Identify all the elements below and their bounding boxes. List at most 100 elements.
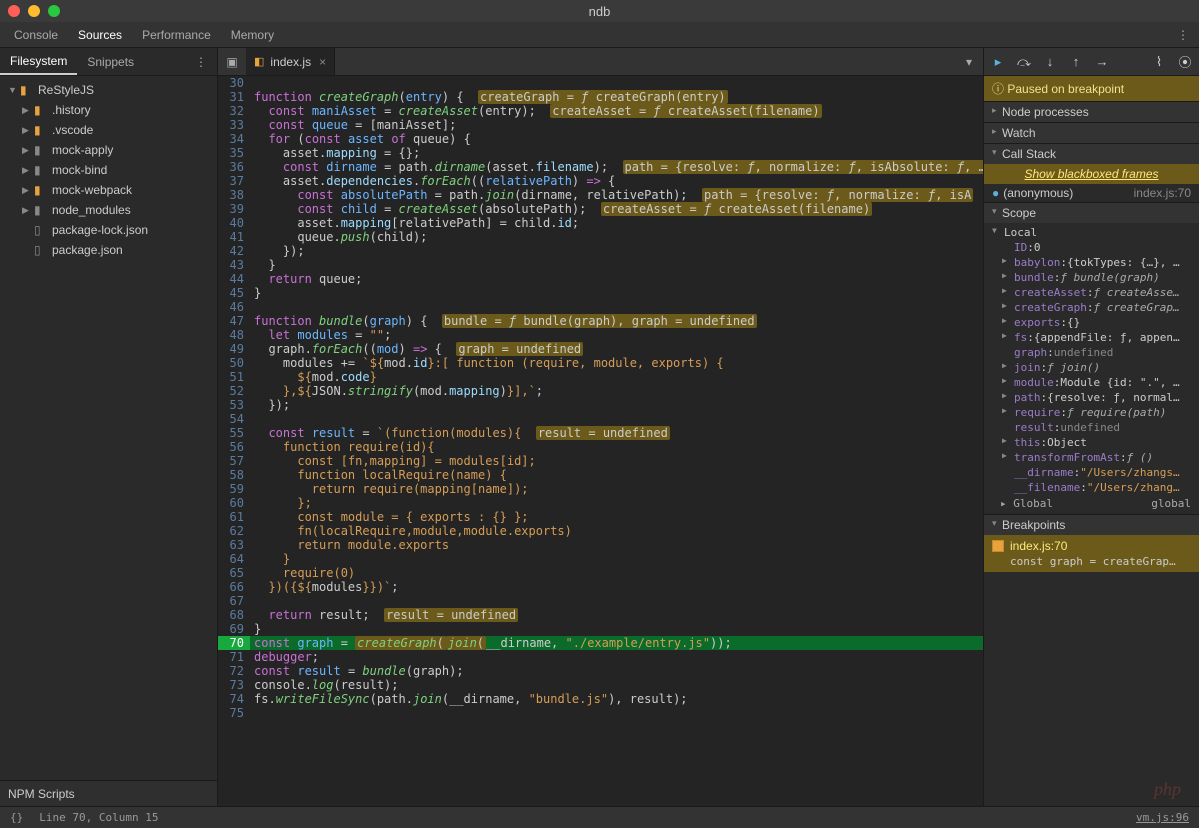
- code-line[interactable]: 49 graph.forEach((mod) => { graph = unde…: [218, 342, 983, 356]
- tree-item-mock-webpack[interactable]: ▶▮mock-webpack: [0, 180, 217, 200]
- gutter[interactable]: 41: [218, 230, 250, 244]
- gutter[interactable]: 38: [218, 188, 250, 202]
- code-line[interactable]: 52 },${JSON.stringify(mod.mapping)}],`;: [218, 384, 983, 398]
- code-line[interactable]: 47function bundle(graph) { bundle = ƒ bu…: [218, 314, 983, 328]
- scope-variable[interactable]: result: undefined: [992, 420, 1199, 435]
- gutter[interactable]: 31: [218, 90, 250, 104]
- step-over-icon[interactable]: ⤼: [1014, 52, 1034, 72]
- gutter[interactable]: 74: [218, 692, 250, 706]
- gutter[interactable]: 67: [218, 594, 250, 608]
- scope-variable[interactable]: ▶babylon: {tokTypes: {…}, …: [992, 255, 1199, 270]
- code-line[interactable]: 53 });: [218, 398, 983, 412]
- kebab-menu-icon[interactable]: ⋮: [1167, 22, 1199, 47]
- gutter[interactable]: 32: [218, 104, 250, 118]
- code-line[interactable]: 34 for (const asset of queue) {: [218, 132, 983, 146]
- gutter[interactable]: 69: [218, 622, 250, 636]
- code-line[interactable]: 48 let modules = "";: [218, 328, 983, 342]
- gutter[interactable]: 62: [218, 524, 250, 538]
- code-line[interactable]: 40 asset.mapping[relativePath] = child.i…: [218, 216, 983, 230]
- code-line[interactable]: 56 function require(id){: [218, 440, 983, 454]
- code-editor[interactable]: 3031function createGraph(entry) { create…: [218, 76, 983, 806]
- section-scope[interactable]: ▾Scope: [984, 202, 1199, 223]
- gutter[interactable]: 50: [218, 356, 250, 370]
- breakpoint-checkbox[interactable]: [992, 540, 1004, 552]
- gutter[interactable]: 55: [218, 426, 250, 440]
- tree-item-mock-bind[interactable]: ▶▮mock-bind: [0, 160, 217, 180]
- code-line[interactable]: 33 const queue = [maniAsset];: [218, 118, 983, 132]
- code-line[interactable]: 45}: [218, 286, 983, 300]
- code-line[interactable]: 38 const absolutePath = path.join(dirnam…: [218, 188, 983, 202]
- tab-performance[interactable]: Performance: [132, 22, 221, 47]
- gutter[interactable]: 71: [218, 650, 250, 664]
- code-line[interactable]: 36 const dirname = path.dirname(asset.fi…: [218, 160, 983, 174]
- code-line[interactable]: 39 const child = createAsset(absolutePat…: [218, 202, 983, 216]
- code-line[interactable]: 70const graph = createGraph(join(__dirna…: [218, 636, 983, 650]
- gutter[interactable]: 75: [218, 706, 250, 720]
- scope-variable[interactable]: graph: undefined: [992, 345, 1199, 360]
- scope-variable[interactable]: ▶bundle: ƒ bundle(graph): [992, 270, 1199, 285]
- code-line[interactable]: 46: [218, 300, 983, 314]
- scope-variable[interactable]: ▶createGraph: ƒ createGrap…: [992, 300, 1199, 315]
- tab-memory[interactable]: Memory: [221, 22, 284, 47]
- tree-item-restylejs[interactable]: ▼▮ReStyleJS: [0, 80, 217, 100]
- braces-icon[interactable]: {}: [10, 811, 23, 824]
- tree-item--vscode[interactable]: ▶▮.vscode: [0, 120, 217, 140]
- code-line[interactable]: 60 };: [218, 496, 983, 510]
- code-line[interactable]: 63 return module.exports: [218, 538, 983, 552]
- gutter[interactable]: 60: [218, 496, 250, 510]
- gutter[interactable]: 73: [218, 678, 250, 692]
- step-icon[interactable]: →: [1092, 52, 1112, 72]
- tree-item-mock-apply[interactable]: ▶▮mock-apply: [0, 140, 217, 160]
- code-line[interactable]: 43 }: [218, 258, 983, 272]
- code-line[interactable]: 37 asset.dependencies.forEach((relativeP…: [218, 174, 983, 188]
- gutter[interactable]: 59: [218, 482, 250, 496]
- code-line[interactable]: 66 })({${modules}})`;: [218, 580, 983, 594]
- file-tab-indexjs[interactable]: ◧ index.js ×: [246, 48, 335, 75]
- scope-variable[interactable]: ▶join: ƒ join(): [992, 360, 1199, 375]
- gutter[interactable]: 40: [218, 216, 250, 230]
- gutter[interactable]: 57: [218, 454, 250, 468]
- code-line[interactable]: 41 queue.push(child);: [218, 230, 983, 244]
- gutter[interactable]: 45: [218, 286, 250, 300]
- code-line[interactable]: 75: [218, 706, 983, 720]
- gutter[interactable]: 47: [218, 314, 250, 328]
- subtab-filesystem[interactable]: Filesystem: [0, 48, 77, 75]
- gutter[interactable]: 63: [218, 538, 250, 552]
- gutter[interactable]: 37: [218, 174, 250, 188]
- gutter[interactable]: 36: [218, 160, 250, 174]
- step-into-icon[interactable]: ↓: [1040, 52, 1060, 72]
- code-line[interactable]: 59 return require(mapping[name]);: [218, 482, 983, 496]
- code-line[interactable]: 42 });: [218, 244, 983, 258]
- gutter[interactable]: 56: [218, 440, 250, 454]
- code-line[interactable]: 31function createGraph(entry) { createGr…: [218, 90, 983, 104]
- code-line[interactable]: 32 const maniAsset = createAsset(entry);…: [218, 104, 983, 118]
- scope-variable[interactable]: ▶transformFromAst: ƒ (): [992, 450, 1199, 465]
- gutter[interactable]: 72: [218, 664, 250, 678]
- scope-variable[interactable]: ▶fs: {appendFile: ƒ, appen…: [992, 330, 1199, 345]
- gutter[interactable]: 34: [218, 132, 250, 146]
- gutter[interactable]: 39: [218, 202, 250, 216]
- gutter[interactable]: 48: [218, 328, 250, 342]
- scope-variable[interactable]: ▶require: ƒ require(path): [992, 405, 1199, 420]
- section-watch[interactable]: ▸Watch: [984, 122, 1199, 143]
- scope-variable[interactable]: ▶module: Module {id: ".", …: [992, 375, 1199, 390]
- left-kebab-icon[interactable]: ⋮: [185, 48, 217, 75]
- code-line[interactable]: 44 return queue;: [218, 272, 983, 286]
- npm-scripts-header[interactable]: NPM Scripts: [0, 780, 217, 806]
- gutter[interactable]: 61: [218, 510, 250, 524]
- code-line[interactable]: 30: [218, 76, 983, 90]
- gutter[interactable]: 70: [218, 636, 250, 650]
- code-line[interactable]: 71debugger;: [218, 650, 983, 664]
- code-line[interactable]: 65 require(0): [218, 566, 983, 580]
- code-line[interactable]: 68 return result; result = undefined: [218, 608, 983, 622]
- code-line[interactable]: 67: [218, 594, 983, 608]
- tree-item-package-json[interactable]: ▯package.json: [0, 240, 217, 260]
- resume-icon[interactable]: ▸: [988, 52, 1008, 72]
- window-minimize-button[interactable]: [28, 5, 40, 17]
- gutter[interactable]: 68: [218, 608, 250, 622]
- scope-local-header[interactable]: ▼Local: [992, 225, 1199, 240]
- window-close-button[interactable]: [8, 5, 20, 17]
- gutter[interactable]: 46: [218, 300, 250, 314]
- scope-variable[interactable]: ▶exports: {}: [992, 315, 1199, 330]
- callstack-frame[interactable]: ●(anonymous)index.js:70: [984, 184, 1199, 202]
